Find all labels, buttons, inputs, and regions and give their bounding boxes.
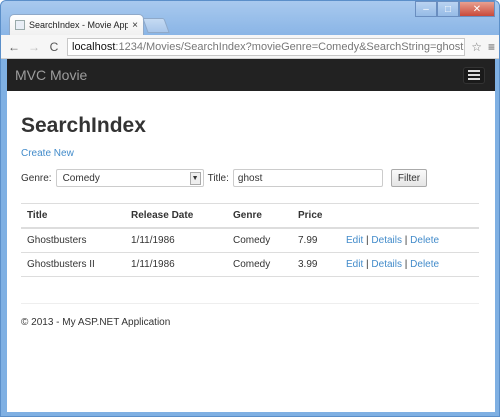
- delete-link[interactable]: Delete: [410, 259, 439, 270]
- genre-selected-value: Comedy: [62, 172, 100, 184]
- browser-window: SearchIndex - Movie App × – □ ✕ ← → C lo…: [0, 0, 500, 417]
- minimize-button[interactable]: –: [415, 1, 437, 17]
- genre-label: Genre:: [21, 172, 52, 184]
- column-header-actions: [340, 203, 479, 229]
- cell-title: Ghostbusters: [21, 227, 125, 253]
- column-header-price: Price: [292, 203, 340, 229]
- details-link[interactable]: Details: [371, 259, 402, 270]
- maximize-button[interactable]: □: [437, 1, 459, 17]
- site-brand-link[interactable]: MVC Movie: [15, 67, 87, 83]
- footer-divider: [21, 303, 479, 304]
- navbar-toggle-icon[interactable]: [463, 66, 485, 84]
- table-row: Ghostbusters 1/11/1986 Comedy 7.99 Edit …: [21, 227, 479, 253]
- forward-arrow-icon[interactable]: →: [27, 40, 41, 54]
- cell-title: Ghostbusters II: [21, 252, 125, 277]
- action-separator: |: [404, 235, 408, 246]
- cell-release-date: 1/11/1986: [125, 227, 227, 253]
- window-controls: – □ ✕: [415, 1, 495, 17]
- tab-close-icon[interactable]: ×: [132, 20, 138, 31]
- cell-price: 7.99: [292, 227, 340, 253]
- cell-actions: Edit | Details | Delete: [340, 252, 479, 277]
- edit-link[interactable]: Edit: [346, 235, 363, 246]
- column-header-release-date: Release Date: [125, 203, 227, 229]
- page-viewport: MVC Movie SearchIndex Create New Genre: …: [7, 59, 495, 412]
- browser-toolbar: ← → C localhost:1234/Movies/SearchIndex?…: [1, 35, 499, 59]
- column-header-title: Title: [21, 203, 125, 229]
- cell-genre: Comedy: [227, 227, 292, 253]
- browser-menu-icon[interactable]: ≡: [488, 40, 495, 54]
- chevron-down-icon: ▼: [189, 171, 201, 185]
- table-row: Ghostbusters II 1/11/1986 Comedy 3.99 Ed…: [21, 252, 479, 277]
- cell-genre: Comedy: [227, 252, 292, 277]
- page-favicon-icon: [15, 20, 25, 30]
- footer-copyright: © 2013 - My ASP.NET Application: [21, 317, 171, 328]
- genre-select[interactable]: Comedy ▼: [55, 169, 204, 187]
- url-path: :1234/Movies/SearchIndex?movieGenre=Come…: [115, 40, 464, 53]
- action-separator: |: [404, 259, 408, 270]
- new-tab-button[interactable]: [142, 18, 170, 33]
- edit-link[interactable]: Edit: [346, 259, 363, 270]
- delete-link[interactable]: Delete: [410, 235, 439, 246]
- create-new-link[interactable]: Create New: [21, 148, 74, 159]
- page-title: SearchIndex: [21, 114, 146, 137]
- browser-titlebar: SearchIndex - Movie App × – □ ✕: [1, 1, 499, 35]
- cell-price: 3.99: [292, 252, 340, 277]
- cell-release-date: 1/11/1986: [125, 252, 227, 277]
- main-content: SearchIndex Create New Genre: Comedy ▼ T…: [7, 114, 495, 328]
- filter-button[interactable]: Filter: [390, 169, 428, 187]
- close-window-button[interactable]: ✕: [459, 1, 495, 17]
- site-navbar: MVC Movie: [7, 59, 495, 91]
- back-arrow-icon[interactable]: ←: [7, 40, 21, 54]
- search-form: Genre: Comedy ▼ Title: ghost Filter: [21, 169, 481, 187]
- browser-tab[interactable]: SearchIndex - Movie App ×: [9, 14, 144, 35]
- action-separator: |: [366, 259, 369, 270]
- tab-title: SearchIndex - Movie App: [29, 20, 129, 30]
- bookmark-star-icon[interactable]: ☆: [471, 40, 482, 54]
- movies-table: Title Release Date Genre Price Ghostbust…: [21, 203, 479, 277]
- url-host: localhost: [72, 40, 116, 53]
- reload-icon[interactable]: C: [47, 40, 61, 54]
- title-search-input[interactable]: ghost: [232, 169, 383, 187]
- address-bar[interactable]: localhost:1234/Movies/SearchIndex?movieG…: [67, 37, 466, 56]
- details-link[interactable]: Details: [371, 235, 402, 246]
- cell-actions: Edit | Details | Delete: [340, 227, 479, 253]
- table-header-row: Title Release Date Genre Price: [21, 203, 479, 229]
- column-header-genre: Genre: [227, 203, 292, 229]
- title-label: Title:: [207, 172, 229, 184]
- action-separator: |: [366, 235, 369, 246]
